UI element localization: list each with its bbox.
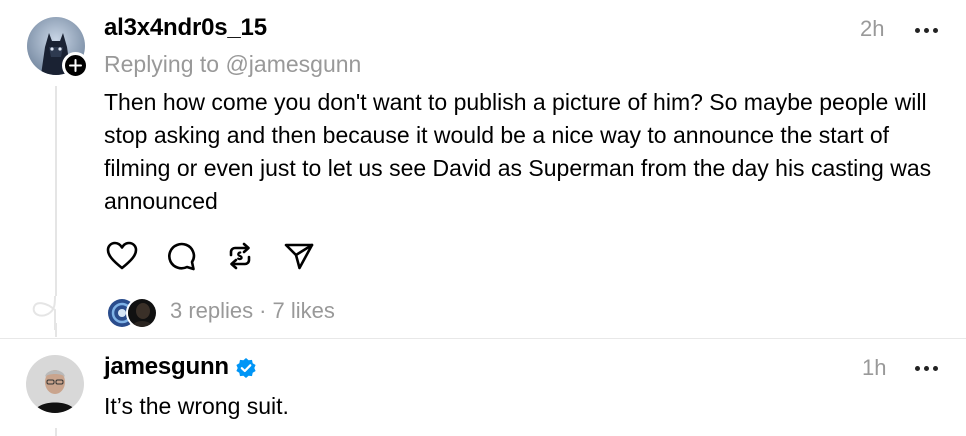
reply-more-button[interactable] — [915, 366, 938, 371]
post-text: Then how come you don't want to publish … — [104, 89, 932, 214]
reply-username[interactable]: jamesgunn — [104, 353, 229, 381]
thread-loop-icon — [32, 295, 56, 330]
comment-icon — [168, 242, 196, 271]
likes-count[interactable]: 7 likes — [272, 298, 334, 323]
post-divider — [0, 338, 966, 339]
like-button[interactable] — [104, 238, 140, 274]
repost-button[interactable] — [222, 238, 258, 274]
replies-count[interactable]: 3 replies — [170, 298, 253, 323]
thread-line-reply — [55, 428, 57, 436]
share-icon — [284, 243, 314, 270]
post-more-button[interactable] — [915, 28, 938, 33]
post-actions — [104, 238, 317, 274]
repost-icon — [229, 242, 251, 270]
reply-timestamp: 1h — [862, 355, 887, 380]
reply-text: It’s the wrong suit. — [104, 393, 289, 419]
heart-icon — [106, 241, 138, 270]
replying-to-label: Replying to @jamesgunn — [104, 51, 362, 77]
post-username[interactable]: al3x4ndr0s_15 — [104, 14, 267, 42]
plus-icon — [69, 59, 82, 72]
share-button[interactable] — [281, 238, 317, 274]
post-timestamp: 2h — [860, 16, 885, 41]
comment-button[interactable] — [163, 238, 199, 274]
verified-badge-icon — [236, 358, 256, 378]
thread-line — [55, 86, 57, 296]
follow-button[interactable] — [62, 52, 89, 79]
replier-avatar-2[interactable] — [126, 297, 158, 329]
avatar-jamesgunn[interactable] — [26, 355, 84, 413]
post-stats: 3 replies · 7 likes — [170, 298, 335, 324]
stats-separator: · — [259, 298, 267, 323]
